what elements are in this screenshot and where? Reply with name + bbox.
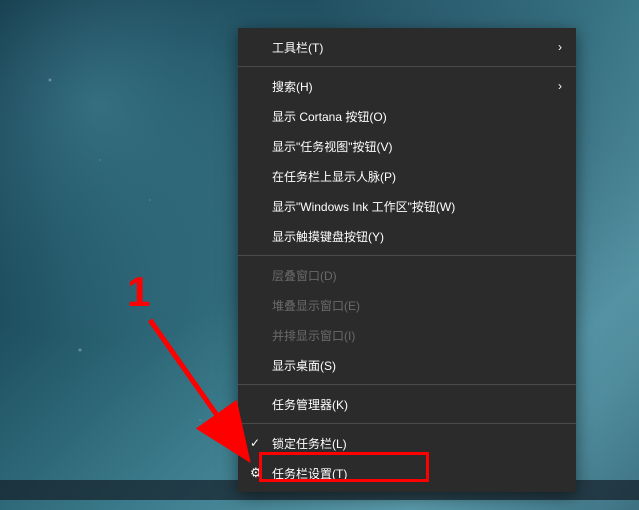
menu-label: 在任务栏上显示人脉(P) — [272, 168, 396, 185]
menu-item-search[interactable]: 搜索(H) › — [238, 71, 576, 101]
check-icon: ✓ — [250, 436, 260, 450]
menu-item-side-by-side: 并排显示窗口(I) — [238, 320, 576, 350]
menu-separator — [238, 255, 576, 256]
chevron-right-icon: › — [558, 40, 562, 54]
gear-icon: ⚙ — [250, 465, 262, 481]
menu-label: 显示桌面(S) — [272, 357, 336, 374]
menu-label: 显示触摸键盘按钮(Y) — [272, 228, 384, 245]
menu-item-lock-taskbar[interactable]: ✓ 锁定任务栏(L) — [238, 428, 576, 458]
menu-item-toolbars[interactable]: 工具栏(T) › — [238, 32, 576, 62]
menu-label: 显示"Windows Ink 工作区"按钮(W) — [272, 198, 455, 215]
menu-label: 工具栏(T) — [272, 39, 323, 56]
menu-separator — [238, 66, 576, 67]
menu-item-ink[interactable]: 显示"Windows Ink 工作区"按钮(W) — [238, 191, 576, 221]
taskbar-context-menu: 工具栏(T) › 搜索(H) › 显示 Cortana 按钮(O) 显示"任务视… — [238, 28, 576, 492]
menu-item-touch-keyboard[interactable]: 显示触摸键盘按钮(Y) — [238, 221, 576, 251]
menu-label: 显示"任务视图"按钮(V) — [272, 138, 393, 155]
menu-label: 搜索(H) — [272, 78, 313, 95]
menu-label: 显示 Cortana 按钮(O) — [272, 108, 387, 125]
menu-separator — [238, 384, 576, 385]
menu-separator — [238, 423, 576, 424]
chevron-right-icon: › — [558, 79, 562, 93]
menu-label: 任务栏设置(T) — [272, 465, 347, 482]
menu-label: 锁定任务栏(L) — [272, 435, 347, 452]
menu-item-cascade: 层叠窗口(D) — [238, 260, 576, 290]
menu-item-taskview[interactable]: 显示"任务视图"按钮(V) — [238, 131, 576, 161]
menu-label: 并排显示窗口(I) — [272, 327, 355, 344]
menu-item-task-manager[interactable]: 任务管理器(K) — [238, 389, 576, 419]
menu-item-show-desktop[interactable]: 显示桌面(S) — [238, 350, 576, 380]
menu-item-people[interactable]: 在任务栏上显示人脉(P) — [238, 161, 576, 191]
menu-item-stacked: 堆叠显示窗口(E) — [238, 290, 576, 320]
menu-item-cortana[interactable]: 显示 Cortana 按钮(O) — [238, 101, 576, 131]
menu-item-taskbar-settings[interactable]: ⚙ 任务栏设置(T) — [238, 458, 576, 488]
menu-label: 堆叠显示窗口(E) — [272, 297, 360, 314]
menu-label: 层叠窗口(D) — [272, 267, 337, 284]
menu-label: 任务管理器(K) — [272, 396, 348, 413]
